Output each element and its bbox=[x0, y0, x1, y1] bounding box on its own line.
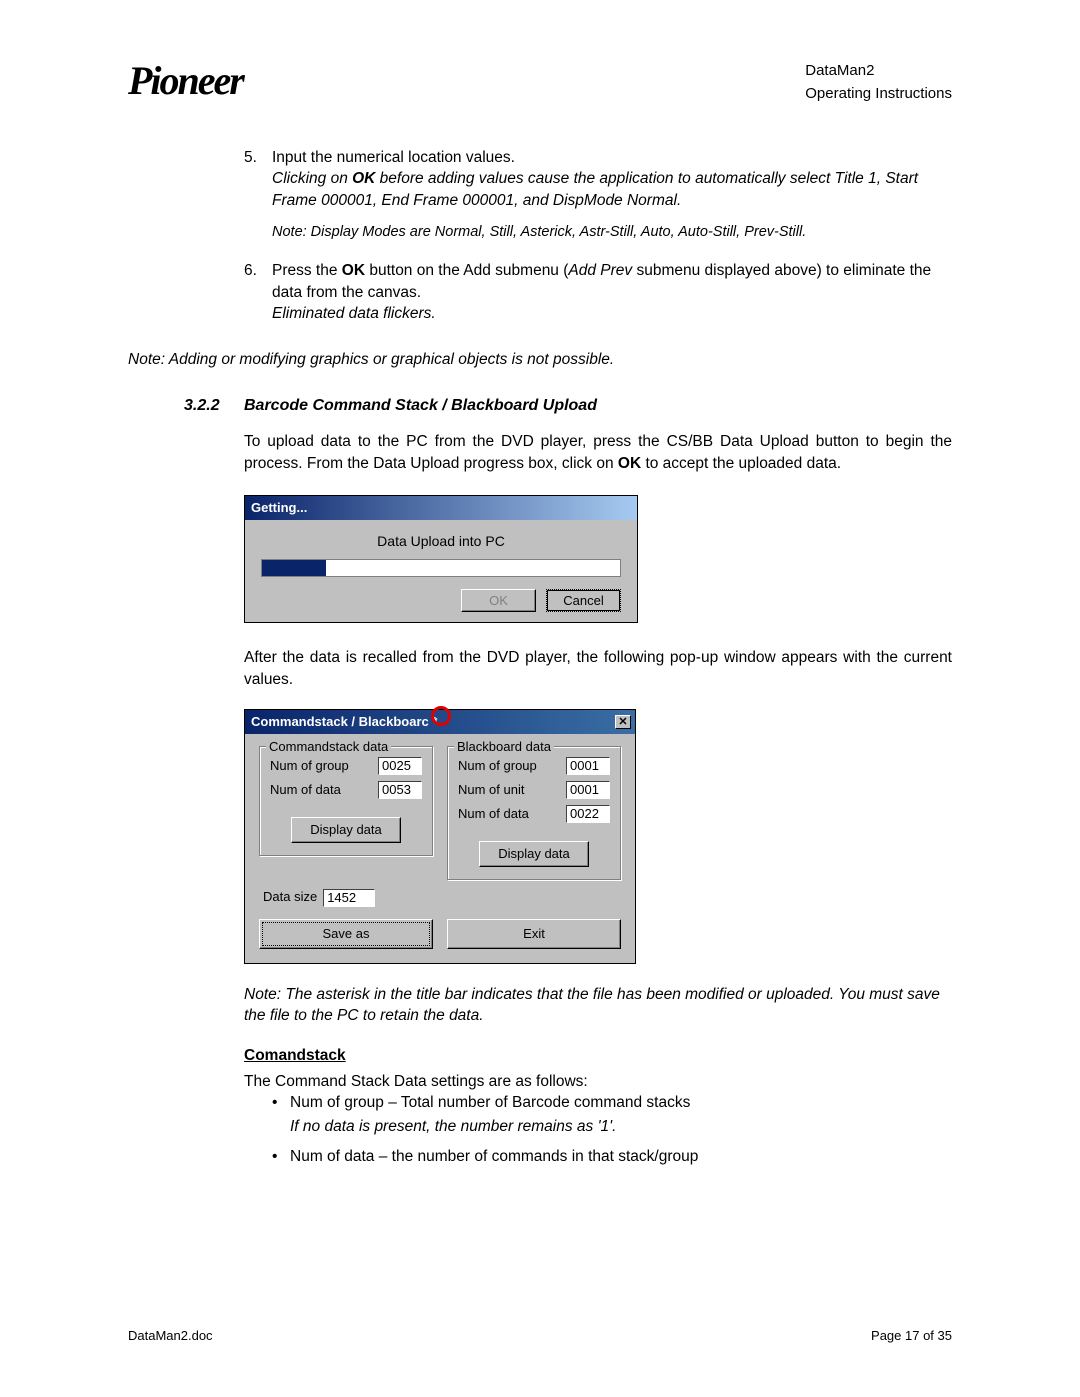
getting-dialog: Getting... Data Upload into PC OK Cancel bbox=[244, 495, 638, 624]
upload-para-ok: OK bbox=[618, 455, 641, 472]
commandstack-fieldset: Commandstack data Num of group 0025 Num … bbox=[259, 746, 433, 856]
step-5-ok-ref: OK bbox=[352, 170, 375, 187]
close-icon[interactable]: ✕ bbox=[615, 715, 631, 729]
exit-button[interactable]: Exit bbox=[447, 919, 621, 949]
cs-numdata-input[interactable]: 0053 bbox=[378, 781, 422, 799]
commandstack-dialog-title: Commandstack / Blackboarc * bbox=[251, 713, 437, 731]
step-6-line1a: Press the bbox=[272, 262, 342, 279]
step-6-line1c: button on the Add submenu ( bbox=[365, 262, 568, 279]
cs-numgroup-input[interactable]: 0025 bbox=[378, 757, 422, 775]
upload-label: Data Upload into PC bbox=[261, 532, 621, 552]
comandstack-subhead: Comandstack bbox=[244, 1045, 952, 1067]
step-5-note: Note: Display Modes are Normal, Still, A… bbox=[272, 222, 952, 242]
cs-display-button[interactable]: Display data bbox=[291, 817, 401, 843]
bb-numgroup-label: Num of group bbox=[458, 757, 566, 775]
asterisk-note: Note: The asterisk in the title bar indi… bbox=[244, 984, 952, 1027]
bb-numgroup-input[interactable]: 0001 bbox=[566, 757, 610, 775]
comandstack-intro: The Command Stack Data settings are as f… bbox=[244, 1071, 952, 1093]
annotation-circle bbox=[431, 706, 451, 726]
bb-numdata-label: Num of data bbox=[458, 805, 566, 823]
cancel-button[interactable]: Cancel bbox=[546, 589, 621, 612]
commandstack-dialog: Commandstack / Blackboarc * ✕ Commandsta… bbox=[244, 709, 636, 964]
progress-bar bbox=[261, 559, 621, 577]
cs-numdata-label: Num of data bbox=[270, 781, 378, 799]
section-title: Barcode Command Stack / Blackboard Uploa… bbox=[244, 395, 952, 417]
pioneer-logo: Pioneer bbox=[128, 60, 332, 111]
commandstack-legend: Commandstack data bbox=[266, 738, 391, 756]
step-5-number: 5. bbox=[244, 147, 272, 242]
step-6-number: 6. bbox=[244, 260, 272, 325]
footer-docname: DataMan2.doc bbox=[128, 1327, 213, 1345]
datasize-input[interactable]: 1452 bbox=[323, 889, 375, 907]
svg-text:Pioneer: Pioneer bbox=[128, 60, 245, 103]
step-6-ok-ref: OK bbox=[342, 262, 365, 279]
datasize-label: Data size bbox=[263, 888, 317, 906]
upload-para-c: to accept the uploaded data. bbox=[641, 455, 841, 472]
step-5-line1: Input the numerical location values. bbox=[272, 149, 515, 166]
bullet-2-text: Num of data – the number of commands in … bbox=[290, 1148, 698, 1165]
blackboard-fieldset: Blackboard data Num of group 0001 Num of… bbox=[447, 746, 621, 881]
doc-title: DataMan2 bbox=[805, 60, 952, 81]
bb-numdata-input[interactable]: 0022 bbox=[566, 805, 610, 823]
bb-display-button[interactable]: Display data bbox=[479, 841, 589, 867]
cs-numgroup-label: Num of group bbox=[270, 757, 378, 775]
doc-subtitle: Operating Instructions bbox=[805, 83, 952, 104]
upload-para-a: To upload data to the PC from the DVD pl… bbox=[244, 433, 952, 472]
outer-note: Note: Adding or modifying graphics or gr… bbox=[128, 349, 952, 371]
bb-numunit-label: Num of unit bbox=[458, 781, 566, 799]
footer-page: Page 17 of 35 bbox=[871, 1327, 952, 1345]
getting-dialog-title: Getting... bbox=[245, 496, 637, 520]
blackboard-legend: Blackboard data bbox=[454, 738, 554, 756]
section-number: 3.2.2 bbox=[184, 395, 244, 417]
step-6-line2: Eliminated data flickers. bbox=[272, 305, 436, 322]
bullet-dot: • bbox=[272, 1092, 290, 1137]
bullet-dot: • bbox=[272, 1146, 290, 1168]
saveas-button[interactable]: Save as bbox=[259, 919, 433, 949]
bullet-1-text: Num of group – Total number of Barcode c… bbox=[290, 1094, 690, 1111]
bullet-1-sub: If no data is present, the number remain… bbox=[290, 1116, 952, 1138]
bb-numunit-input[interactable]: 0001 bbox=[566, 781, 610, 799]
ok-button[interactable]: OK bbox=[461, 589, 536, 612]
step-5-line2a: Clicking on bbox=[272, 170, 352, 187]
step-6-addprev: Add Prev bbox=[568, 262, 632, 279]
after-para: After the data is recalled from the DVD … bbox=[244, 647, 952, 690]
